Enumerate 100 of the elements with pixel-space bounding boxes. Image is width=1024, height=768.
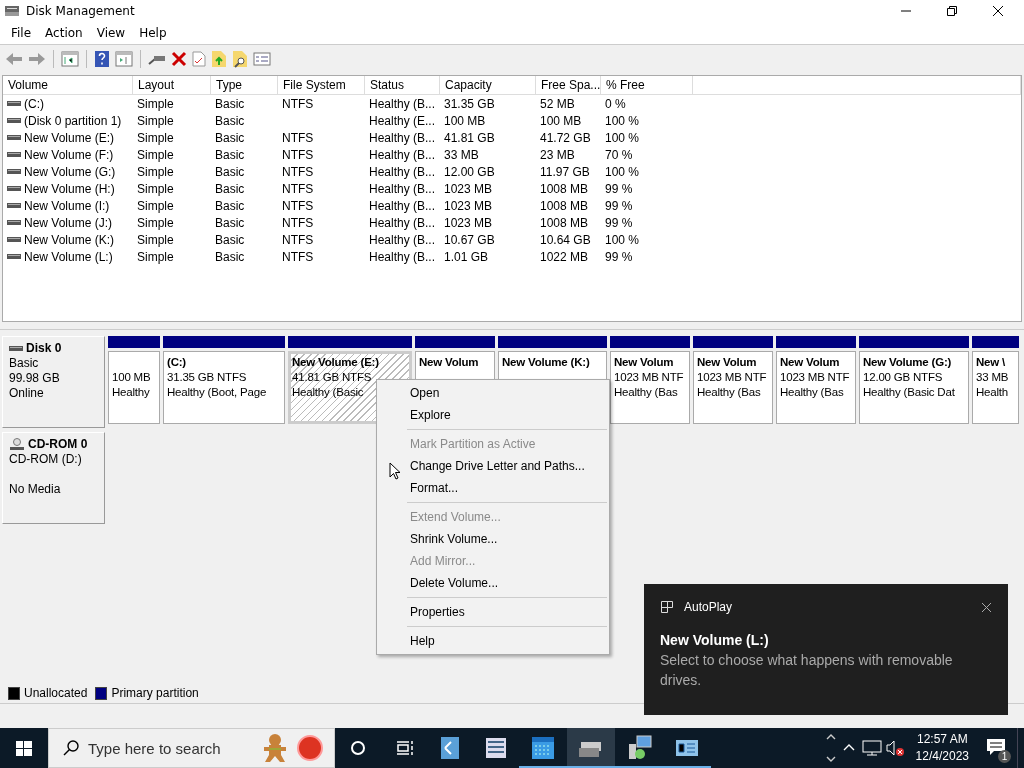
table-cell: Basic: [215, 249, 245, 264]
table-cell: 1008 MB: [540, 181, 589, 196]
table-cell: Healthy (B...: [369, 164, 436, 179]
disk-drive-icon[interactable]: [567, 728, 615, 768]
restore-icon[interactable]: [946, 5, 958, 17]
table-cell: 33 MB: [444, 147, 479, 162]
column-header[interactable]: Status: [365, 76, 440, 94]
menu-item[interactable]: Help: [132, 26, 174, 40]
mouse-pointer-icon: [389, 462, 401, 480]
context-menu-item[interactable]: Shrink Volume...: [377, 528, 609, 550]
table-cell: NTFS: [282, 164, 314, 179]
search-icon: [62, 739, 80, 757]
partition-title: New Volum: [419, 355, 480, 370]
disk-status: No Media: [9, 482, 62, 497]
table-cell: Simple: [137, 96, 174, 111]
column-header[interactable]: Volume: [3, 76, 133, 94]
delete-icon[interactable]: [171, 51, 187, 67]
disk-management-icon: [4, 4, 20, 18]
context-menu-item[interactable]: Format...: [377, 477, 609, 499]
context-menu-item[interactable]: Help: [377, 630, 609, 652]
window-title: Disk Management: [26, 4, 135, 18]
partition-size: 100 MB: [112, 370, 152, 385]
drive-icon: [7, 218, 21, 227]
column-header[interactable]: Layout: [133, 76, 211, 94]
close-icon[interactable]: [992, 5, 1004, 17]
partition-status: Healthy (Bas: [697, 385, 762, 400]
partition-status: Health: [976, 385, 1010, 400]
table-cell: NTFS: [282, 181, 314, 196]
disk-label-panel[interactable]: CD-ROM 0 CD-ROM (D:) No Media: [2, 432, 105, 524]
disk-type: CD-ROM (D:): [9, 452, 83, 467]
partition-status: Healthy (Basic: [292, 385, 365, 400]
column-header[interactable]: Type: [211, 76, 278, 94]
clock[interactable]: 12:57 AM 12/4/2023: [907, 731, 977, 765]
drive-icon: [7, 167, 21, 176]
disk-name: CD-ROM 0: [28, 437, 88, 452]
context-menu-item[interactable]: Change Drive Letter and Paths...: [377, 455, 609, 477]
search-field[interactable]: Type here to search: [48, 728, 335, 768]
table-cell: Healthy (B...: [369, 96, 436, 111]
help-icon[interactable]: [94, 50, 110, 68]
table-cell: Basic: [215, 181, 245, 196]
partition-title: New Volume (G:): [863, 355, 953, 370]
column-header[interactable]: File System: [278, 76, 365, 94]
drive-icon: [7, 184, 21, 193]
context-menu-item[interactable]: Delete Volume...: [377, 572, 609, 594]
partition-title: New Volum: [614, 355, 675, 370]
table-cell: Healthy (B...: [369, 249, 436, 264]
clock-date: 12/4/2023: [915, 748, 969, 765]
disk-size: 99.98 GB: [9, 371, 61, 386]
disk-label-panel[interactable]: Disk 0 Basic 99.98 GB Online: [2, 336, 105, 428]
table-cell: Basic: [215, 232, 245, 247]
context-menu-item[interactable]: Properties: [377, 601, 609, 623]
disk-type: Basic: [9, 356, 40, 371]
partition-size: 1023 MB NTF: [697, 370, 768, 385]
menu-item[interactable]: File: [4, 26, 39, 40]
table-cell: 31.35 GB: [444, 96, 495, 111]
drive-icon: [7, 235, 21, 244]
folder-up-icon[interactable]: [211, 50, 227, 68]
table-cell: New Volume (L:): [24, 249, 113, 264]
console-tree-icon[interactable]: [61, 51, 79, 67]
checklist-icon[interactable]: [192, 51, 206, 67]
column-header[interactable]: Capacity: [440, 76, 536, 94]
menu-item[interactable]: View: [89, 26, 133, 40]
partition-title: New Volum: [697, 355, 758, 370]
table-cell: NTFS: [282, 198, 314, 213]
notification-icon[interactable]: [986, 738, 1008, 758]
partition-status: Healthy: [112, 385, 151, 400]
partition-size: 31.35 GB NTFS: [167, 370, 248, 385]
clock-time: 12:57 AM: [916, 731, 968, 748]
legend-label: Unallocated: [24, 686, 88, 700]
table-cell: 1008 MB: [540, 198, 589, 213]
partition-size: 1023 MB NTF: [780, 370, 851, 385]
partition-status: Healthy (Basic Dat: [863, 385, 956, 400]
table-cell: 10.67 GB: [444, 232, 495, 247]
notification-toast[interactable]: AutoPlay New Volume (L:) Select to choose what happens with removable drives.: [644, 584, 1008, 715]
drive-icon: [7, 201, 21, 210]
close-icon[interactable]: [981, 601, 992, 613]
folder-search-icon[interactable]: [232, 50, 248, 68]
table-cell: New Volume (I:): [24, 198, 110, 213]
column-header[interactable]: Free Spa...: [536, 76, 601, 94]
ornament-icon: [296, 734, 324, 762]
partition-title: New Volume (K:): [502, 355, 591, 370]
table-cell: Simple: [137, 130, 174, 145]
table-cell: Simple: [137, 249, 174, 264]
table-cell: (C:): [24, 96, 44, 111]
drive-icon: [7, 116, 21, 125]
table-cell: 99 %: [605, 181, 633, 196]
table-cell: Simple: [137, 232, 174, 247]
column-header[interactable]: % Free: [601, 76, 693, 94]
table-cell: Healthy (B...: [369, 232, 436, 247]
table-cell: 1023 MB: [444, 181, 493, 196]
table-cell: 11.97 GB: [540, 164, 590, 179]
table-cell: New Volume (F:): [24, 147, 114, 162]
menu-item[interactable]: Action: [38, 26, 90, 40]
table-cell: 99 %: [605, 215, 633, 230]
partition-title: New Volume (E:): [292, 355, 380, 370]
table-cell: NTFS: [282, 232, 314, 247]
partition-status: Healthy (Bas: [614, 385, 679, 400]
table-cell: Simple: [137, 164, 174, 179]
table-cell: 100 %: [605, 232, 640, 247]
table-cell: NTFS: [282, 249, 314, 264]
